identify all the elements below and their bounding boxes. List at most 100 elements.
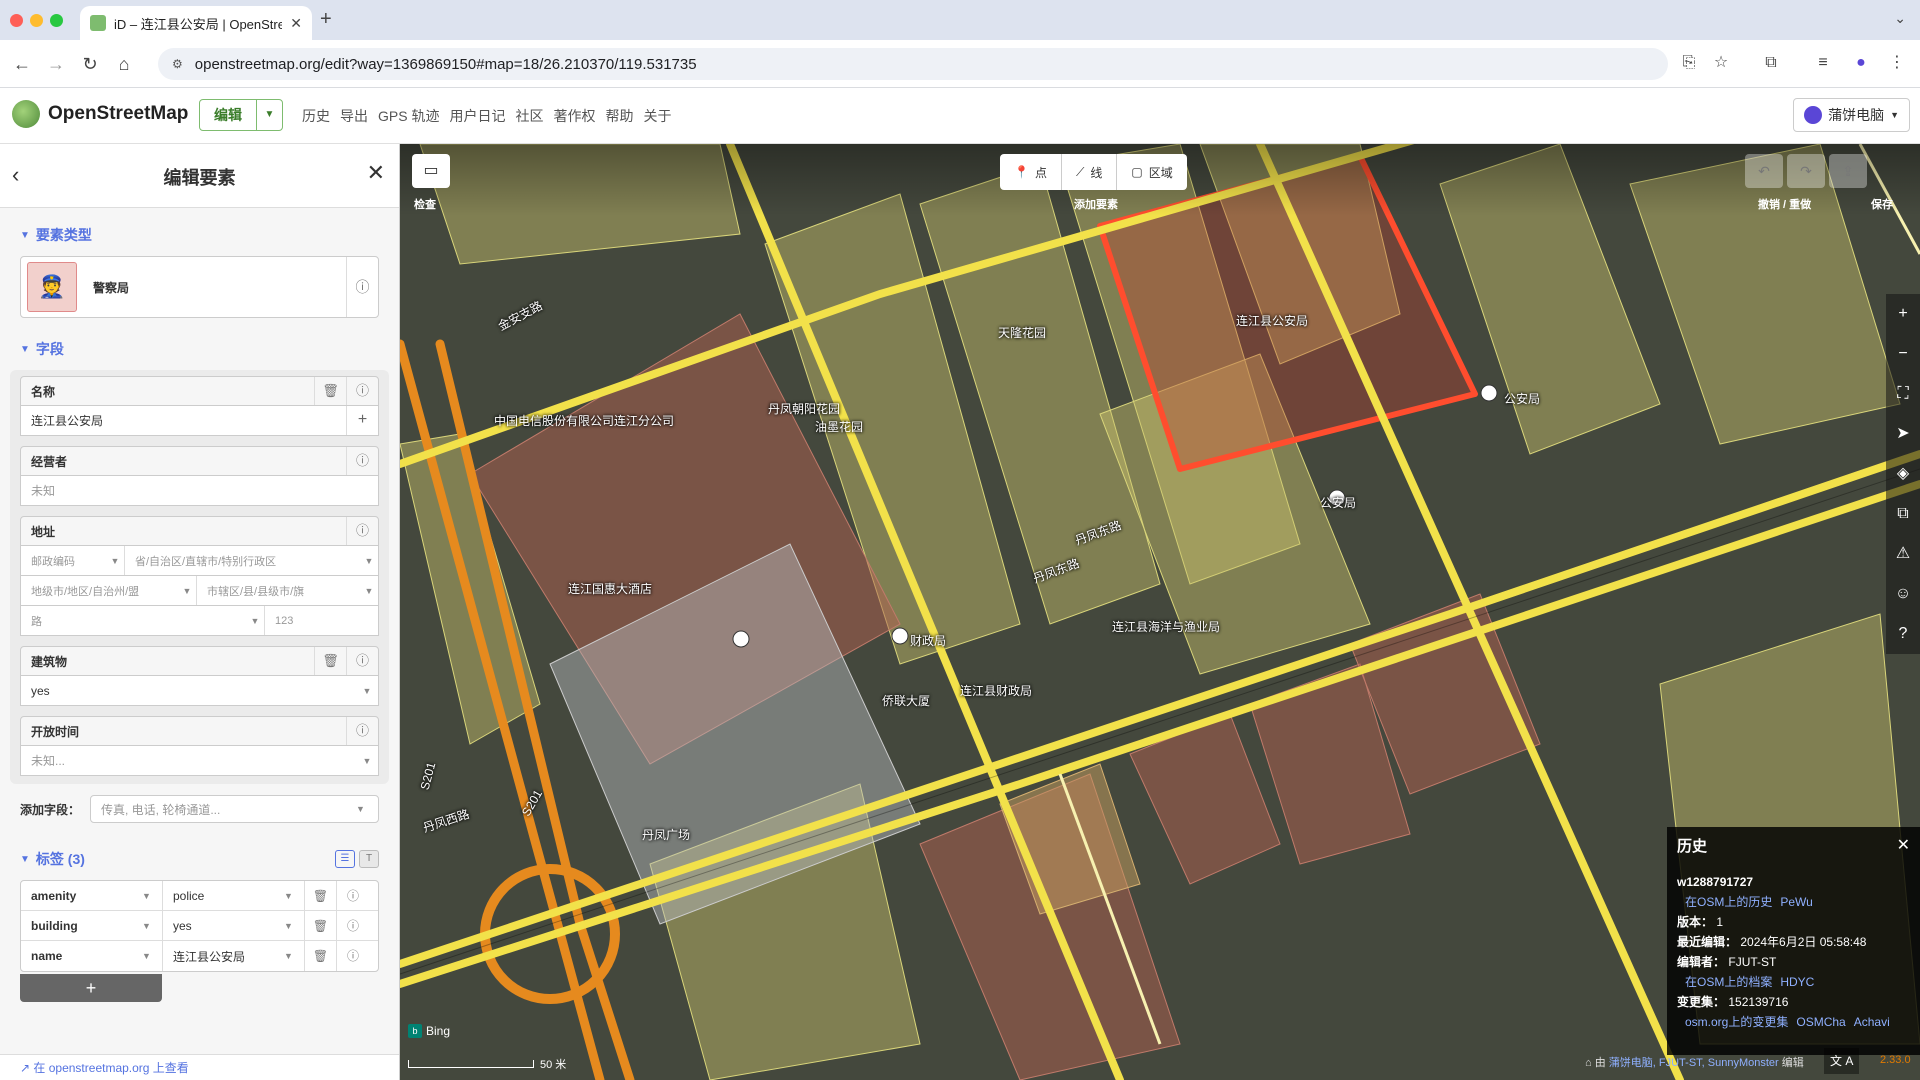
info-icon[interactable]: ⓘ [337,941,369,971]
reload-icon[interactable]: ↻ [78,52,102,76]
install-app-icon[interactable]: ⎘ [1678,52,1700,74]
postcode-input[interactable]: 邮政编码 ▼ [21,546,125,575]
preset-selector[interactable]: 👮 警察局 ⓘ [20,256,379,318]
tab-search-icon[interactable]: ⌄ [1894,10,1906,27]
address-bar[interactable]: ⚙ openstreetmap.org/edit?way=1369869150#… [158,48,1668,80]
bookmark-star-icon[interactable]: ☆ [1710,52,1732,74]
save-icon[interactable]: ⇪ [1829,154,1867,188]
info-icon[interactable]: ⓘ [346,257,378,317]
nav-about[interactable]: 关于 [643,106,671,126]
info-icon[interactable]: ⓘ [346,377,378,405]
nav-communities[interactable]: 社区 [515,106,543,126]
trash-icon[interactable]: 🗑 [314,377,346,405]
trash-icon[interactable]: 🗑 [305,911,337,940]
back-icon[interactable]: ← [10,52,34,76]
list-view-icon[interactable]: ☰ [335,850,355,868]
add-localized-name-icon[interactable]: + [346,406,378,435]
text-view-icon[interactable]: T [359,850,379,868]
close-tab-icon[interactable]: ✕ [290,15,302,32]
building-combo[interactable]: yes [21,684,356,698]
site-info-icon[interactable]: ⚙ [172,57,183,71]
edit-button[interactable]: 编辑 [200,100,256,130]
close-icon[interactable]: ✕ [1897,835,1910,855]
nav-copyright[interactable]: 著作权 [553,106,595,126]
osm-history-link[interactable]: 在OSM上的历史 [1685,895,1772,909]
city-input[interactable]: 地级市/地区/自治州/盟 ▼ [21,576,197,605]
trash-icon[interactable]: 🗑 [314,647,346,675]
add-tag-button[interactable]: + [20,974,162,1002]
browser-menu-icon[interactable]: ⋮ [1886,52,1908,74]
maximize-window-button[interactable] [50,14,63,27]
contributors-link[interactable]: 蒲饼电脑, FJUT-ST, SunnyMonster [1609,1057,1779,1069]
osm-changeset-link[interactable]: osm.org上的变更集 [1685,1015,1788,1029]
province-input[interactable]: 省/自治区/直辖市/特别行政区 ▼ [125,546,378,575]
preferences-user-icon[interactable]: ☺ [1886,574,1920,614]
help-icon[interactable]: ? [1886,614,1920,654]
district-input[interactable]: 市辖区/县/县级市/旗 ▼ [197,576,378,605]
zoom-in-icon[interactable]: + [1886,294,1920,334]
pewu-link[interactable]: PeWu [1780,895,1812,909]
home-icon[interactable]: ⌂ [112,52,136,76]
close-window-button[interactable] [10,14,23,27]
geolocate-icon[interactable]: ➤ [1886,414,1920,454]
undo-icon[interactable]: ↶ [1745,154,1783,188]
user-menu-button[interactable]: 蒲饼电脑 ▼ [1793,98,1910,132]
info-icon[interactable]: ⓘ [337,881,369,910]
tag-key-input[interactable]: name ▼ [21,941,163,971]
add-line-button[interactable]: ⟋ 线 [1062,154,1118,190]
toggle-sidebar-icon[interactable]: ▭ [412,154,450,188]
redo-icon[interactable]: ↷ [1787,154,1825,188]
nav-help[interactable]: 帮助 [605,106,633,126]
browser-tab[interactable]: iD – 连江县公安局 | OpenStree ✕ [80,6,312,40]
add-area-button[interactable]: ▢ 区域 [1117,154,1186,190]
nav-user-diaries[interactable]: 用户日记 [449,106,505,126]
info-icon[interactable]: ⓘ [346,447,378,475]
nav-export[interactable]: 导出 [340,106,368,126]
view-on-osm-link[interactable]: ↗ 在 openstreetmap.org 上查看 [0,1054,399,1080]
zoom-out-icon[interactable]: − [1886,334,1920,374]
map-data-icon[interactable]: ⧉ [1886,494,1920,534]
housenumber-input[interactable]: 123 [265,606,378,635]
info-icon[interactable]: ⓘ [337,911,369,940]
info-icon[interactable]: ⓘ [346,517,378,545]
add-point-button[interactable]: 📍 点 [1000,154,1062,190]
street-input[interactable]: 路 ▼ [21,606,265,635]
new-tab-icon[interactable]: + [320,8,332,31]
tag-value-input[interactable]: police ▼ [163,881,305,910]
trash-icon[interactable]: 🗑 [305,941,337,971]
feature-type-section-toggle[interactable]: ▼ 要素类型 [0,220,399,250]
map-canvas[interactable]: 连江县公安局 公安局 公安局 天隆花园 丹凤朝阳花园 油墨花园 中国电信股份有限… [400,144,1920,1080]
tag-key-input[interactable]: building ▼ [21,911,163,940]
osm-logo[interactable]: OpenStreetMap [12,100,188,128]
add-field-input[interactable]: 传真, 电话, 轮椅通道... ▼ [90,795,379,823]
extensions-icon[interactable]: ⧉ [1760,52,1782,74]
tag-value-input[interactable]: 连江县公安局 ▼ [163,941,305,971]
scale-bar[interactable]: 50 米 [408,1056,566,1072]
nav-gps-traces[interactable]: GPS 轨迹 [378,106,439,126]
tag-value-input[interactable]: yes ▼ [163,911,305,940]
osmcha-link[interactable]: OSMCha [1796,1015,1845,1029]
reading-list-icon[interactable]: ≡ [1812,52,1834,74]
zoom-to-selection-icon[interactable]: ⛶ [1886,374,1920,414]
hdyc-link[interactable]: HDYC [1780,975,1814,989]
forward-icon[interactable]: → [44,52,68,76]
nav-history[interactable]: 历史 [302,106,330,126]
fields-section-toggle[interactable]: ▼ 字段 [0,334,399,364]
operator-input[interactable]: 未知 [21,482,378,499]
imagery-attribution[interactable]: b Bing [408,1024,450,1038]
version-number[interactable]: 2.33.0 [1880,1054,1911,1066]
tag-key-input[interactable]: amenity ▼ [21,881,163,910]
osm-profile-link[interactable]: 在OSM上的档案 [1685,975,1772,989]
achavi-link[interactable]: Achavi [1854,1015,1890,1029]
issues-warning-icon[interactable]: ⚠ [1886,534,1920,574]
name-input[interactable]: 连江县公安局 [21,412,346,429]
edit-dropdown-chevron-icon[interactable]: ▼ [256,100,282,130]
minimize-window-button[interactable] [30,14,43,27]
info-icon[interactable]: ⓘ [346,717,378,745]
opening-hours-combo[interactable]: 未知... [21,752,356,769]
tags-section-toggle[interactable]: ▼ 标签 (3) [0,844,85,874]
info-icon[interactable]: ⓘ [346,647,378,675]
background-layers-icon[interactable]: ◈ [1886,454,1920,494]
trash-icon[interactable]: 🗑 [305,881,337,910]
profile-avatar-icon[interactable]: ● [1850,52,1872,74]
